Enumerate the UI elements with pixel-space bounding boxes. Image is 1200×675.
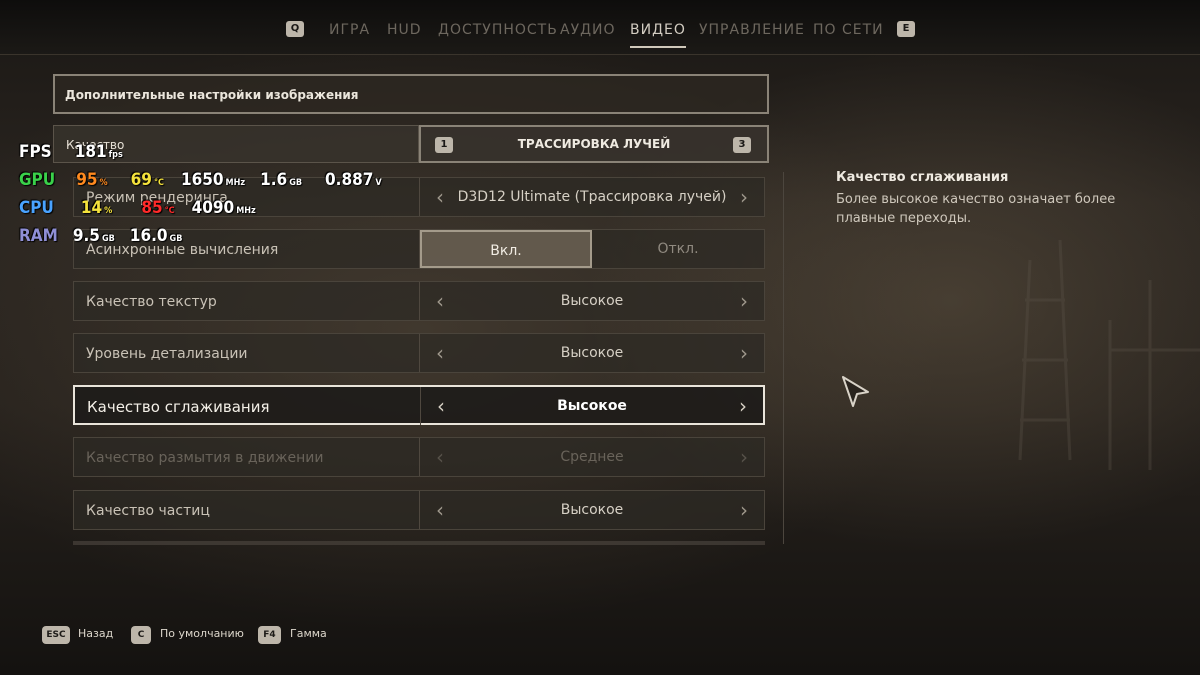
osd-gpu-temp: 69	[130, 170, 152, 190]
tab-audio[interactable]: АУДИО	[560, 22, 616, 42]
quality-preset-value: ТРАССИРОВКА ЛУЧЕЙ	[517, 137, 671, 151]
section-header: Дополнительные настройки изображения	[53, 74, 769, 114]
toggle-off-option[interactable]: Откл.	[592, 230, 764, 268]
osd-cpu-clock-unit: MHz	[236, 206, 256, 216]
f4-key-icon: F4	[258, 626, 281, 644]
tab-controls[interactable]: УПРАВЛЕНИЕ	[699, 22, 805, 42]
setting-value: D3D12 Ultimate (Трассировка лучей)	[457, 189, 727, 205]
top-nav-bar: Q ИГРА HUD ДОСТУПНОСТЬ АУДИО ВИДЕО УПРАВ…	[0, 0, 1200, 55]
setting-label: Качество сглаживания	[87, 398, 270, 416]
description-text: Более высокое качество означает более пл…	[836, 192, 1116, 226]
osd-gpu-temp-unit: °C	[153, 178, 164, 188]
osd-fps-unit: fps	[108, 150, 123, 160]
background-tower-silhouette	[1018, 240, 1200, 470]
osd-gpu-voltage-unit: V	[375, 178, 382, 188]
help-label: Гамма	[290, 627, 327, 640]
osd-fps-row: FPS 181 fps	[19, 142, 123, 162]
toggle-on-option[interactable]: Вкл.	[420, 230, 592, 268]
next-row-peek	[73, 541, 765, 545]
osd-ram-tag: RAM	[19, 226, 58, 246]
osd-ram-total: 16.0	[129, 226, 168, 246]
osd-gpu-mem: 1.6	[260, 170, 288, 190]
quality-preset-selector[interactable]: 1 ТРАССИРОВКА ЛУЧЕЙ 3	[419, 125, 769, 163]
prev-tab-key-q[interactable]: Q	[286, 21, 304, 37]
osd-gpu-voltage: 0.887	[325, 170, 374, 190]
setting-label: Качество частиц	[86, 503, 210, 519]
chevron-right-icon[interactable]: ›	[733, 387, 753, 425]
description-title: Качество сглаживания	[836, 170, 1009, 185]
setting-motion-blur-quality: Качество размытия в движении ‹ Среднее ›	[73, 437, 765, 477]
help-label: По умолчанию	[160, 627, 244, 640]
setting-label: Качество размытия в движении	[86, 450, 324, 466]
next-preset-key[interactable]: 3	[733, 137, 751, 153]
c-key-icon: C	[131, 626, 151, 644]
osd-ram-used: 9.5	[72, 226, 100, 246]
osd-cpu-clock: 4090	[191, 198, 235, 218]
setting-antialiasing-quality[interactable]: Качество сглаживания ‹ Высокое ›	[73, 385, 765, 425]
setting-particle-quality[interactable]: Качество частиц ‹ Высокое ›	[73, 490, 765, 530]
tab-hud[interactable]: HUD	[387, 22, 422, 42]
tab-game[interactable]: ИГРА	[329, 22, 370, 42]
setting-value: Высокое	[560, 345, 624, 361]
setting-texture-quality[interactable]: Качество текстур ‹ Высокое ›	[73, 281, 765, 321]
chevron-right-icon[interactable]: ›	[734, 334, 754, 372]
scrollbar-track[interactable]	[783, 172, 784, 544]
osd-gpu-tag: GPU	[19, 170, 56, 190]
osd-cpu-tag: CPU	[19, 198, 54, 218]
tab-online[interactable]: ПО СЕТИ	[813, 22, 884, 42]
help-label: Назад	[78, 627, 114, 640]
osd-cpu-row: CPU 14% 85 °C 4090 MHz	[19, 198, 256, 218]
osd-gpu-clock: 1650	[180, 170, 224, 190]
osd-fps-value: 181	[74, 142, 107, 162]
osd-gpu-load-unit: %	[99, 178, 108, 188]
mouse-cursor-icon	[842, 376, 869, 407]
osd-gpu-load: 95	[76, 170, 98, 190]
chevron-right-icon: ›	[740, 445, 748, 469]
setting-detail-level[interactable]: Уровень детализации ‹ Высокое ›	[73, 333, 765, 373]
prev-preset-key[interactable]: 1	[435, 137, 453, 153]
osd-fps-tag: FPS	[19, 142, 52, 162]
osd-ram-row: RAM 9.5 GB 16.0 GB	[19, 226, 182, 246]
esc-key-icon: ESC	[42, 626, 70, 644]
osd-cpu-load-unit: %	[104, 206, 113, 216]
osd-cpu-temp-unit: °C	[164, 206, 175, 216]
osd-gpu-clock-unit: MHz	[225, 178, 246, 188]
osd-gpu-mem-unit: GB	[289, 178, 303, 188]
setting-value: Среднее	[560, 449, 624, 465]
quality-preset-row[interactable]: Качество 1 ТРАССИРОВКА ЛУЧЕЙ 3	[53, 125, 769, 163]
next-tab-key-e[interactable]: E	[897, 21, 915, 37]
osd-ram-used-unit: GB	[101, 234, 115, 244]
osd-cpu-temp: 85	[141, 198, 163, 218]
osd-ram-total-unit: GB	[169, 234, 183, 244]
chevron-right-icon[interactable]: ›	[734, 282, 754, 320]
chevron-right-icon[interactable]: ›	[734, 491, 754, 529]
osd-gpu-row: GPU 95% 69 °C 1650 MHz 1.6 GB 0.887 V	[19, 170, 382, 190]
tab-accessibility[interactable]: ДОСТУПНОСТЬ	[438, 22, 558, 42]
osd-cpu-load: 14	[80, 198, 103, 218]
setting-value: Высокое	[560, 293, 624, 309]
setting-label: Качество текстур	[86, 294, 217, 310]
tab-video[interactable]: ВИДЕО	[630, 22, 686, 48]
chevron-right-icon[interactable]: ›	[734, 178, 754, 216]
setting-label: Уровень детализации	[86, 346, 248, 362]
setting-value: Высокое	[557, 398, 627, 414]
setting-value: Высокое	[560, 502, 624, 518]
